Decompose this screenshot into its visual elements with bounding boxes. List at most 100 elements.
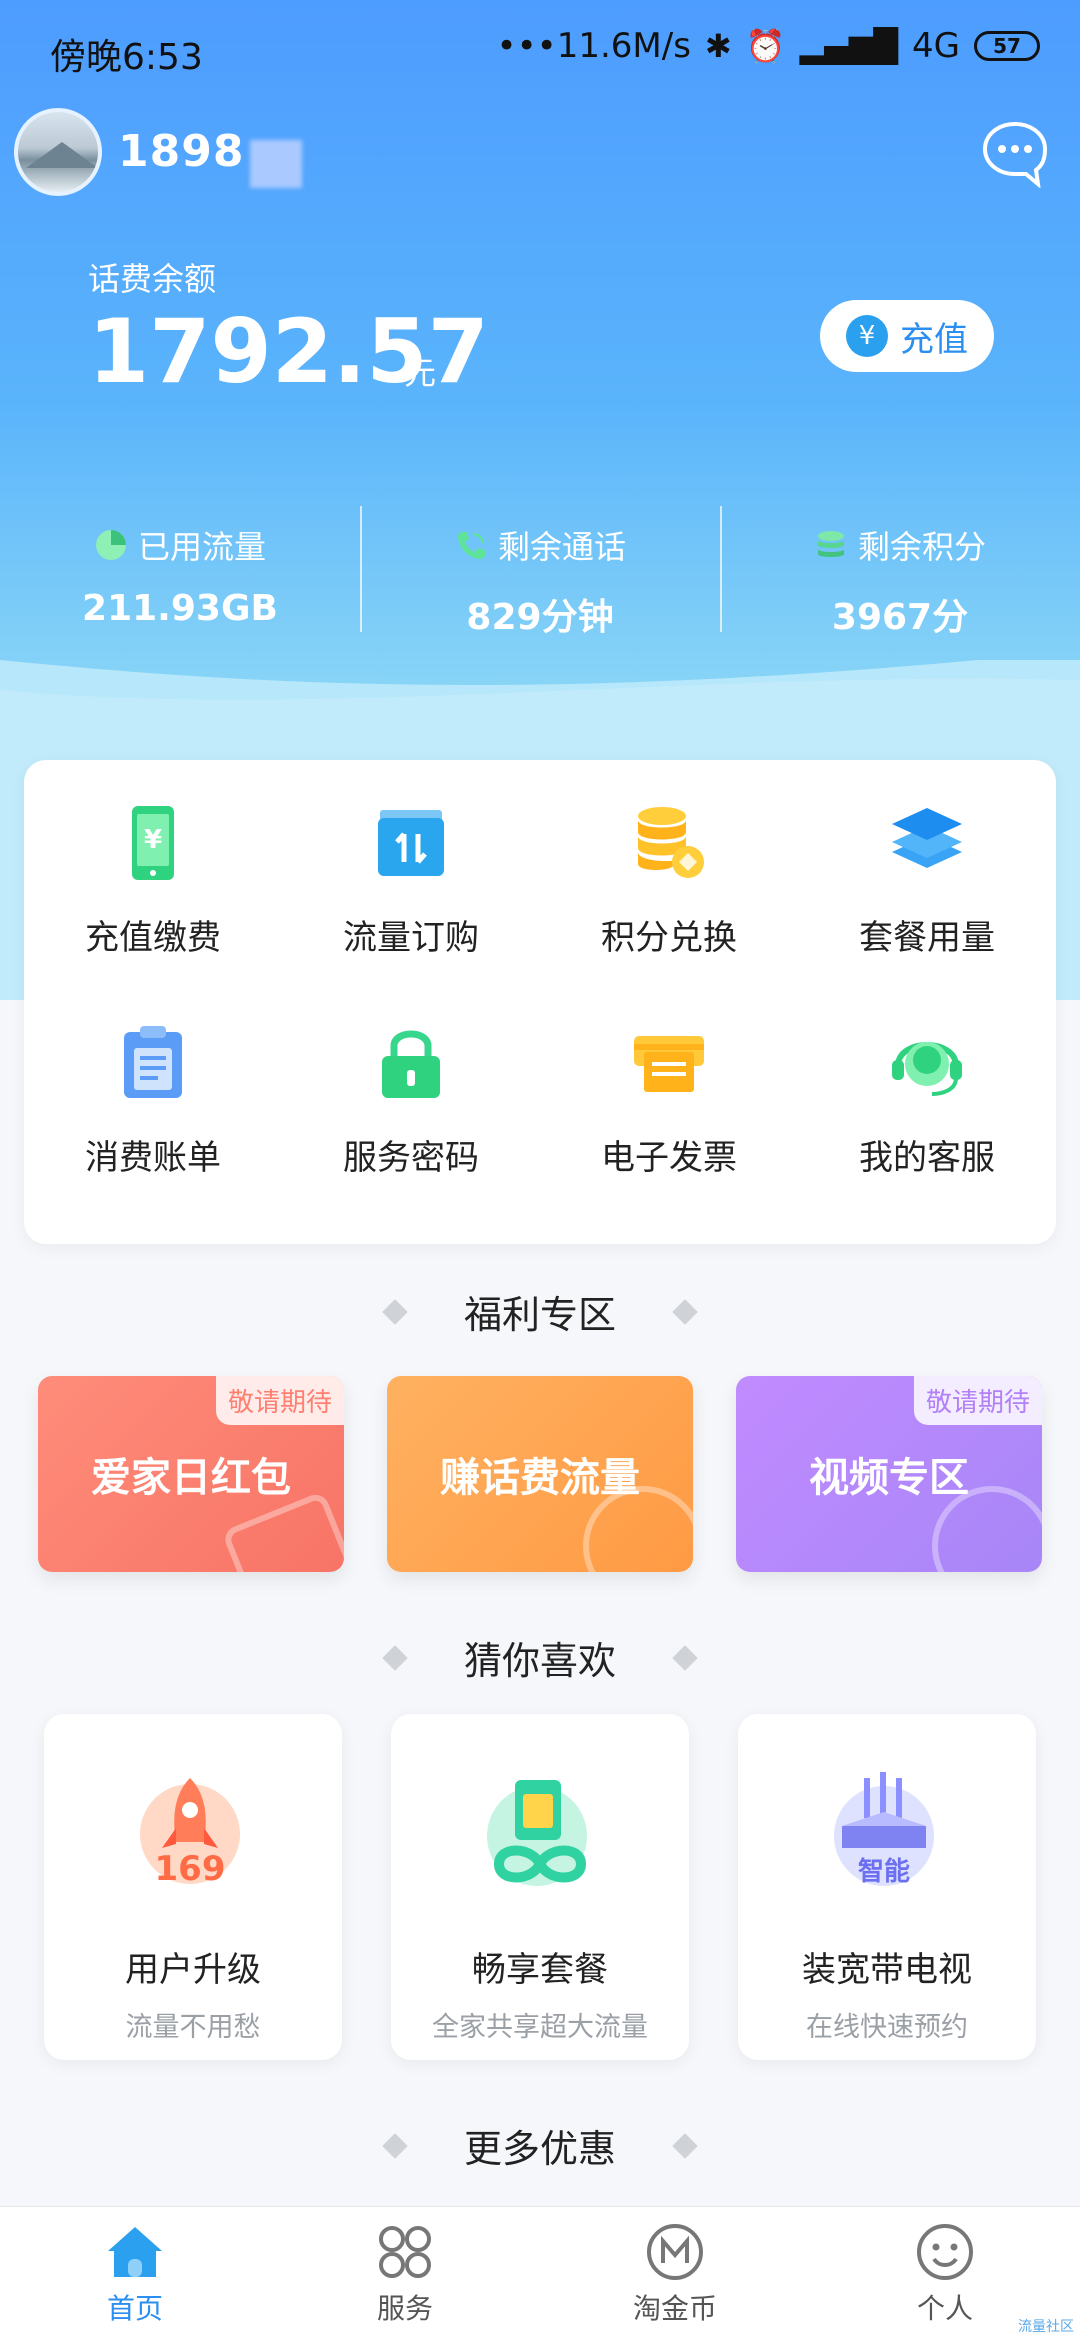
- service-label: 充值缴费: [85, 918, 221, 958]
- guess-user-upgrade[interactable]: 169 用户升级 流量不用愁: [44, 1714, 342, 2060]
- stat-value: 3967分: [831, 597, 969, 638]
- section-title-text: 猜你喜欢: [463, 1639, 616, 1683]
- smiley-icon: [917, 2223, 973, 2280]
- section-title-text: 更多优惠: [463, 2127, 616, 2171]
- coming-soon-badge: 敬请期待: [913, 1376, 1042, 1425]
- network-type: 4G: [912, 26, 960, 66]
- guess-title: 用户升级: [125, 1950, 261, 1990]
- stat-points-remaining[interactable]: 剩余积分 3967分: [720, 500, 1080, 640]
- diamond-icon: [672, 1644, 698, 1671]
- service-label: 套餐用量: [859, 918, 995, 958]
- masked-number: [250, 140, 302, 188]
- status-icons: •••11.6M/s ✱ ⏰ ▂▄▆█ 4G 57: [497, 26, 1040, 66]
- diamond-icon: [672, 1298, 698, 1325]
- network-speed: •••11.6M/s: [496, 26, 691, 66]
- coin-m-icon: [647, 2223, 703, 2280]
- stat-label: 剩余积分: [857, 528, 986, 566]
- phone-call-icon: [457, 532, 485, 559]
- invoice-icon: [634, 1036, 704, 1092]
- service-bill[interactable]: 消费账单: [24, 1002, 282, 1222]
- stat-value: 211.93GB: [82, 588, 278, 629]
- coin-stack-icon: [638, 807, 704, 878]
- service-label: 服务密码: [343, 1138, 479, 1178]
- svg-text:¥: ¥: [144, 825, 162, 855]
- tab-label: 淘金币: [632, 2291, 717, 2325]
- guess-enjoy-plan[interactable]: 畅享套餐 全家共享超大流量: [391, 1714, 689, 2060]
- grid-circles-icon: [379, 2225, 431, 2278]
- service-recharge[interactable]: ¥ 充值缴费: [24, 782, 282, 1002]
- stat-value: 829分钟: [466, 597, 614, 638]
- rocket-169-icon: 169: [140, 1778, 240, 1889]
- service-e-invoice[interactable]: 电子发票: [540, 1002, 798, 1222]
- diamond-icon: [382, 2132, 408, 2159]
- bottom-tab-bar: 首页 服务 淘金币 个人 流量社区: [0, 2206, 1080, 2340]
- welfare-red-packet[interactable]: 敬请期待 爱家日红包: [38, 1376, 344, 1572]
- service-label: 电子发票: [601, 1138, 737, 1178]
- guess-subtitle: 全家共享超大流量: [432, 2012, 648, 2043]
- clipboard-icon: [124, 1026, 182, 1098]
- recharge-label: 充值: [900, 319, 968, 360]
- watermark: 流量社区: [1018, 2319, 1074, 2335]
- stat-data-used[interactable]: 已用流量 211.93GB: [0, 500, 360, 640]
- pie-chart-icon: [95, 530, 126, 560]
- bluetooth-icon: ✱: [704, 27, 732, 65]
- welfare-earn-credit[interactable]: 赚话费流量: [387, 1376, 693, 1572]
- tab-label: 个人: [916, 2291, 973, 2325]
- guess-title: 畅享套餐: [472, 1950, 608, 1990]
- service-customer-care[interactable]: 我的客服: [798, 1002, 1056, 1222]
- service-data-purchase[interactable]: 流量订购: [282, 782, 540, 1002]
- router-smart-icon: 智能: [834, 1772, 934, 1887]
- recharge-button[interactable]: ¥ 充值: [820, 300, 994, 372]
- welfare-label: 赚话费流量: [440, 1455, 640, 1501]
- guess-title: 装宽带电视: [802, 1950, 972, 1990]
- welfare-banners: 敬请期待 爱家日红包 赚话费流量 敬请期待 视频专区: [38, 1376, 1042, 1572]
- guess-subtitle: 在线快速预约: [806, 2012, 968, 2043]
- home-icon: [108, 2226, 162, 2277]
- balance-label: 话费余额: [88, 260, 217, 298]
- coming-soon-badge: 敬请期待: [215, 1376, 344, 1425]
- guess-section-title: 猜你喜欢: [0, 1630, 1080, 1685]
- status-bar: 傍晚6:53 •••11.6M/s ✱ ⏰ ▂▄▆█ 4G 57: [0, 0, 1080, 100]
- stat-calls-remaining[interactable]: 剩余通话 829分钟: [360, 500, 720, 640]
- diamond-icon: [382, 1644, 408, 1671]
- sim-infinity-icon: [487, 1780, 587, 1886]
- service-password[interactable]: 服务密码: [282, 1002, 540, 1222]
- welfare-section-title: 福利专区: [0, 1284, 1080, 1339]
- tab-label: 服务: [376, 2291, 433, 2325]
- guess-cards: 169 用户升级 流量不用愁 畅享套餐 全家共享超大流量 智能 装宽带电视 在线…: [44, 1714, 1036, 2060]
- headset-icon: [892, 1042, 962, 1096]
- status-time: 傍晚6:53: [50, 37, 203, 78]
- welfare-video-zone[interactable]: 敬请期待 视频专区: [736, 1376, 1042, 1572]
- tab-services[interactable]: 服务: [270, 2207, 540, 2340]
- tab-home[interactable]: 首页: [0, 2207, 270, 2340]
- tab-gold-coins[interactable]: 淘金币: [540, 2207, 810, 2340]
- service-label: 我的客服: [859, 1138, 995, 1178]
- diamond-icon: [382, 1298, 408, 1325]
- avatar[interactable]: [14, 108, 102, 196]
- guess-broadband-tv[interactable]: 智能 装宽带电视 在线快速预约: [738, 1714, 1036, 2060]
- tab-label: 首页: [106, 2291, 163, 2325]
- services-grid: ¥ 充值缴费 流量订购 积分兑换 套餐用量 消费账单 服务密码 电子发票 我的客…: [24, 760, 1056, 1244]
- section-title-text: 福利专区: [463, 1293, 616, 1337]
- layers-icon: [892, 808, 962, 868]
- service-plan-usage[interactable]: 套餐用量: [798, 782, 1056, 1002]
- coins-icon: [817, 531, 844, 557]
- service-points-exchange[interactable]: 积分兑换: [540, 782, 798, 1002]
- yen-icon: ¥: [846, 315, 888, 357]
- welfare-label: 爱家日红包: [91, 1455, 291, 1501]
- svg-text:169: 169: [155, 1849, 226, 1889]
- stat-label: 已用流量: [137, 528, 266, 566]
- diamond-icon: [672, 2132, 698, 2159]
- service-label: 积分兑换: [601, 918, 737, 958]
- alarm-icon: ⏰: [745, 27, 786, 65]
- svg-text:智能: 智能: [858, 1856, 910, 1887]
- service-label: 流量订购: [343, 918, 479, 958]
- usage-stats: 已用流量 211.93GB 剩余通话 829分钟 剩余积分 3967分: [0, 500, 1080, 640]
- service-label: 消费账单: [85, 1138, 221, 1178]
- message-icon[interactable]: [980, 118, 1050, 188]
- phone-yen-icon: ¥: [132, 806, 174, 880]
- phone-number: 1898: [118, 126, 245, 177]
- signal-icon: ▂▄▆█: [799, 27, 899, 65]
- more-section-title: 更多优惠: [0, 2118, 1080, 2173]
- data-transfer-icon: [378, 810, 444, 876]
